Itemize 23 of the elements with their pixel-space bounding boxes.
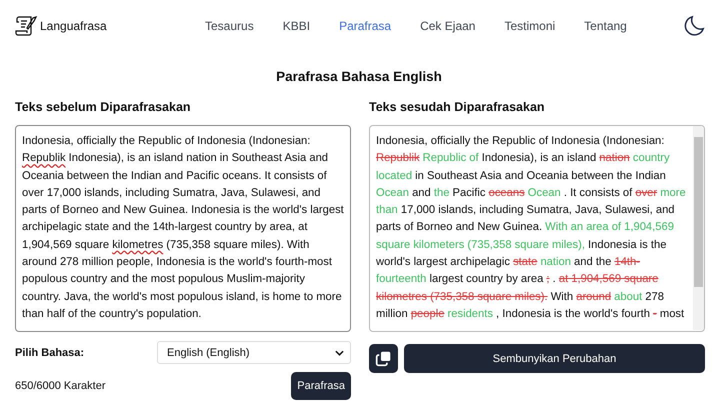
brand-name[interactable]: Languafrasa <box>40 19 107 33</box>
nav-link[interactable]: Tentang <box>584 19 627 33</box>
nav-link[interactable]: Cek Ejaan <box>420 19 476 33</box>
hide-changes-button[interactable]: Sembunyikan Perubahan <box>404 344 705 373</box>
language-select[interactable]: English (English) <box>157 341 351 364</box>
copy-button[interactable] <box>369 344 398 373</box>
character-counter: 650/6000 Karakter <box>15 380 106 392</box>
page-title: Parafrasa Bahasa English <box>275 68 443 86</box>
scroll-quill-icon <box>14 14 38 38</box>
moon-icon[interactable] <box>684 15 706 37</box>
scrollbar[interactable] <box>693 126 704 330</box>
paraphrase-button[interactable]: Parafrasa <box>291 372 351 400</box>
language-label: Pilih Bahasa: <box>15 346 84 358</box>
chevron-down-icon <box>335 350 344 356</box>
nav-link[interactable]: KBBI <box>282 19 310 33</box>
nav-link[interactable]: Tesaurus <box>205 19 254 33</box>
nav-link[interactable]: Testimoni <box>504 19 556 33</box>
output-text: Indonesia, officially the Republic of Indonesia (Indonesian: Republik Republic of Indonesia), is an island nation country located in Southeast Asia and Oceania between the Indian Ocean and the Pacific oceans Ocean . It consists of over more than 17,000 islands, including Sumatra, Java, Sulawesi, and parts of Borneo and New Guinea. With an area of 1,904,569 square kilometers (735,358 square miles), Indonesia is the world's largest archipelagic state nation and the 14th- fourteenth largest country by area ; . at 1,904,569 square kilometres (735,358 square miles). With around about 278 million people residents , Indonesia is the world's fourth - most <box>376 134 687 322</box>
input-text-area[interactable]: Indonesia, officially the Republic of Indonesia (Indonesian: Republik Indonesia), is an island nation in Southeast Asia and Oceania between the Indian and Pacific oceans. It consists of over 17,000 islands, including Sumatra, Java, Sulawesi, and parts of Borneo and New Guinea. Indonesia is the world's largest archipelagic state and the 14th-largest country by area, at 1,904,569 square kilometres (735,358 square miles). With around 278 million people, Indonesia is the world's fourth-most populous country and the most populous Muslim-majority country. Java, the world's most populous island, is home to more than half of the country's population. <box>15 125 351 332</box>
copy-icon <box>375 350 392 367</box>
output-label: Teks sesudah Diparafrasakan <box>369 100 546 116</box>
nav-link[interactable]: Parafrasa <box>339 19 392 33</box>
input-label: Teks sebelum Diparafrasakan <box>15 100 192 116</box>
